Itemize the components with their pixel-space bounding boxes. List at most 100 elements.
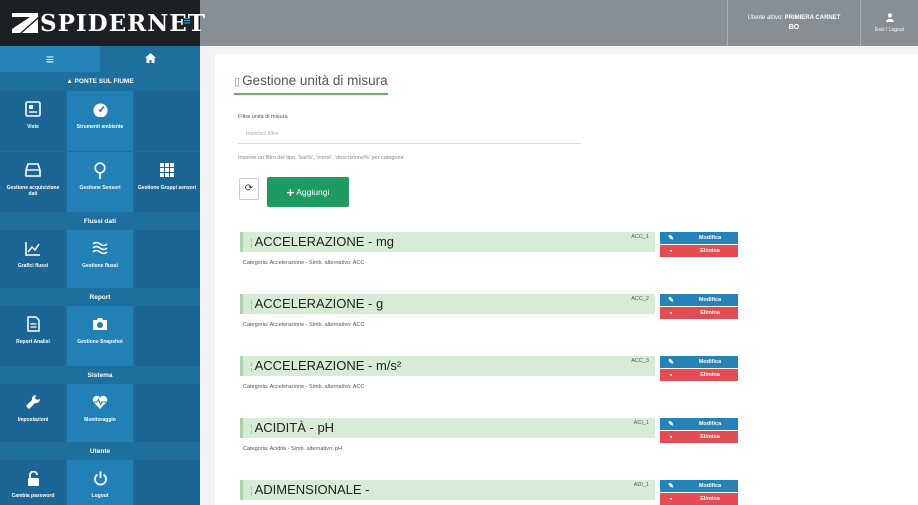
sidebar-section-flussi: Flussi dati bbox=[0, 213, 200, 229]
filter-input[interactable] bbox=[238, 125, 581, 144]
delete-label: Elimina bbox=[700, 434, 720, 440]
refresh-button[interactable]: ⟳ bbox=[239, 178, 259, 200]
main-area: ▯ Gestione unità di misura Filtra unità d… bbox=[200, 46, 918, 505]
sidebar-empty-tile bbox=[134, 230, 200, 288]
views-icon bbox=[25, 100, 41, 118]
top-bar: SPIDERNET ≡ Utente attivo: PRIMIERA CARN… bbox=[0, 0, 918, 46]
sidebar: ≡ ▲ PONTE SUL FIUME Viste Strumenti ambi… bbox=[0, 46, 200, 505]
sidebar-toggle-button[interactable]: ≡ bbox=[0, 46, 100, 72]
sidebar-item-label: Impostazioni bbox=[17, 417, 49, 423]
sidebar-item-grafici-flussi[interactable]: Grafici flussi bbox=[0, 230, 66, 288]
unit-code: ACC_2 bbox=[631, 296, 649, 302]
unit-marker-icon: ¦ bbox=[250, 486, 253, 497]
edit-button[interactable]: ✎ Modifica bbox=[660, 480, 738, 492]
unit-title: ¦ ACCELERAZIONE - m/s² bbox=[250, 358, 402, 373]
trash-icon: ▪ bbox=[669, 495, 673, 503]
unit-header-bar: ¦ ADIMENSIONALE - ADI_1 bbox=[240, 480, 655, 500]
pencil-icon: ✎ bbox=[668, 421, 674, 428]
active-user-code: BO bbox=[788, 24, 800, 31]
edit-label: Modifica bbox=[698, 235, 722, 241]
sidebar-item-label: Cambia password bbox=[11, 493, 55, 499]
sidebar-item-impostazioni[interactable]: Impostazioni bbox=[0, 384, 66, 442]
pencil-icon: ✎ bbox=[668, 483, 674, 490]
sidebar-item-label: Report Analisi bbox=[16, 339, 50, 345]
sidebar-item-gestione-snapshot[interactable]: Gestione Snapshot bbox=[67, 306, 133, 366]
edit-button[interactable]: ✎ Modifica bbox=[660, 232, 738, 244]
brand-logo[interactable]: SPIDERNET ≡ bbox=[0, 0, 205, 46]
sidebar-section-sistema: Sistema bbox=[0, 367, 200, 383]
sidebar-item-logout[interactable]: Logout bbox=[67, 460, 133, 505]
sidebar-item-viste[interactable]: Viste bbox=[0, 91, 66, 151]
delete-label: Elimina bbox=[700, 496, 720, 502]
edit-button[interactable]: ✎ Modifica bbox=[660, 294, 738, 306]
sidebar-item-gestione-gruppi[interactable]: Gestione Gruppi sensori bbox=[134, 152, 200, 212]
line-chart-icon bbox=[25, 239, 41, 257]
sidebar-item-label: Gestione Gruppi sensori bbox=[137, 185, 197, 191]
pencil-icon: ✎ bbox=[668, 235, 674, 242]
sidebar-item-strumenti-ambiente[interactable]: Strumenti ambiente bbox=[67, 91, 133, 151]
sidebar-item-label: Gestione Sensori bbox=[79, 185, 121, 191]
sidebar-item-cambia-password[interactable]: Cambia password bbox=[0, 460, 66, 505]
sidebar-project-title[interactable]: ▲ PONTE SUL FIUME bbox=[0, 73, 200, 89]
sidebar-item-monitoraggio[interactable]: Monitoraggio bbox=[67, 384, 133, 442]
heartbeat-icon bbox=[92, 393, 108, 411]
sidebar-empty-tile bbox=[134, 306, 200, 366]
unit-marker-icon: ¦ bbox=[250, 424, 253, 435]
sidebar-item-gestione-sensori[interactable]: Gestione Sensori bbox=[67, 152, 133, 212]
unit-row: ¦ ADIMENSIONALE - ADI_1 ✎ Modifica ▪ Elimina bbox=[240, 480, 738, 505]
trash-icon: ▪ bbox=[669, 309, 673, 317]
add-unit-button[interactable]: + Aggiungi bbox=[267, 177, 349, 207]
sidebar-item-gestione-flussi[interactable]: Gestione flussi bbox=[67, 230, 133, 288]
hamburger-icon[interactable]: ≡ bbox=[180, 14, 194, 28]
home-button[interactable] bbox=[100, 46, 200, 72]
edit-button[interactable]: ✎ Modifica bbox=[660, 356, 738, 368]
refresh-icon: ⟳ bbox=[244, 183, 254, 194]
sidebar-item-label: Gestione acquisizione dati bbox=[6, 185, 60, 197]
sidebar-section-utente: Utente bbox=[0, 443, 200, 459]
unit-code: ACC_3 bbox=[631, 358, 649, 364]
unit-title: ¦ ADIMENSIONALE - bbox=[250, 482, 370, 497]
unit-title: ¦ ACCELERAZIONE - mg bbox=[250, 234, 395, 249]
delete-button[interactable]: ▪ Elimina bbox=[660, 493, 738, 505]
delete-label: Elimina bbox=[700, 372, 720, 378]
active-user[interactable]: Utente attivo: PRIMIERA CARNET BO bbox=[727, 0, 860, 46]
filter-help-text: Inserire un filtro del tipo: 'bar%', 'no… bbox=[238, 155, 404, 161]
unit-code: ADI_1 bbox=[633, 482, 649, 488]
page-title: ▯ Gestione unità di misura bbox=[234, 73, 388, 95]
sidebar-item-label: Grafici flussi bbox=[17, 263, 49, 269]
sidebar-item-label: Gestione Snapshot bbox=[77, 339, 123, 345]
active-user-label: Utente attivo: bbox=[747, 15, 783, 21]
user-icon bbox=[885, 13, 894, 24]
delete-button[interactable]: ▪ Elimina bbox=[660, 431, 738, 443]
unit-title: ¦ ACIDITÀ - pH bbox=[250, 420, 335, 435]
edit-label: Modifica bbox=[698, 483, 722, 489]
edit-label: Modifica bbox=[698, 359, 722, 365]
spidernet-logo-icon bbox=[12, 13, 38, 33]
delete-button[interactable]: ▪ Elimina bbox=[660, 307, 738, 319]
trash-icon: ▪ bbox=[669, 433, 673, 441]
unit-header-bar: ¦ ACCELERAZIONE - mg ACC_1 bbox=[240, 232, 655, 252]
pencil-icon: ✎ bbox=[668, 297, 674, 304]
sidebar-empty-tile bbox=[134, 91, 200, 151]
sidebar-item-label: Strumenti ambiente bbox=[76, 124, 124, 130]
pencil-icon: ✎ bbox=[668, 359, 674, 366]
dashboard-gauge-icon bbox=[92, 100, 109, 118]
delete-button[interactable]: ▪ Elimina bbox=[660, 245, 738, 257]
waves-icon bbox=[92, 239, 108, 257]
sidebar-item-label: Gestione flussi bbox=[82, 263, 118, 269]
sidebar-item-label: Monitoraggio bbox=[84, 417, 116, 423]
unit-code: ACC_1 bbox=[631, 234, 649, 240]
hard-drive-icon bbox=[25, 161, 41, 179]
unit-title: ¦ ACCELERAZIONE - g bbox=[250, 296, 384, 311]
ruler-icon: ▯ bbox=[234, 76, 241, 88]
sidebar-empty-tile bbox=[134, 384, 200, 442]
sidebar-item-gestione-acquisizione[interactable]: Gestione acquisizione dati bbox=[0, 152, 66, 212]
filter-label: Filtra unità di misura bbox=[238, 114, 288, 120]
sidebar-item-report-analisi[interactable]: Report Analisi bbox=[0, 306, 66, 366]
delete-button[interactable]: ▪ Elimina bbox=[660, 369, 738, 381]
unit-description: Categoria: Accelerazione - Simb. alterna… bbox=[243, 384, 365, 390]
unlock-icon bbox=[27, 469, 40, 487]
edit-button[interactable]: ✎ Modifica bbox=[660, 418, 738, 430]
unit-row: ¦ ACCELERAZIONE - g ACC_2 Categoria: Accele… bbox=[240, 294, 738, 336]
logout-button[interactable]: Esci / Logout bbox=[860, 0, 918, 46]
